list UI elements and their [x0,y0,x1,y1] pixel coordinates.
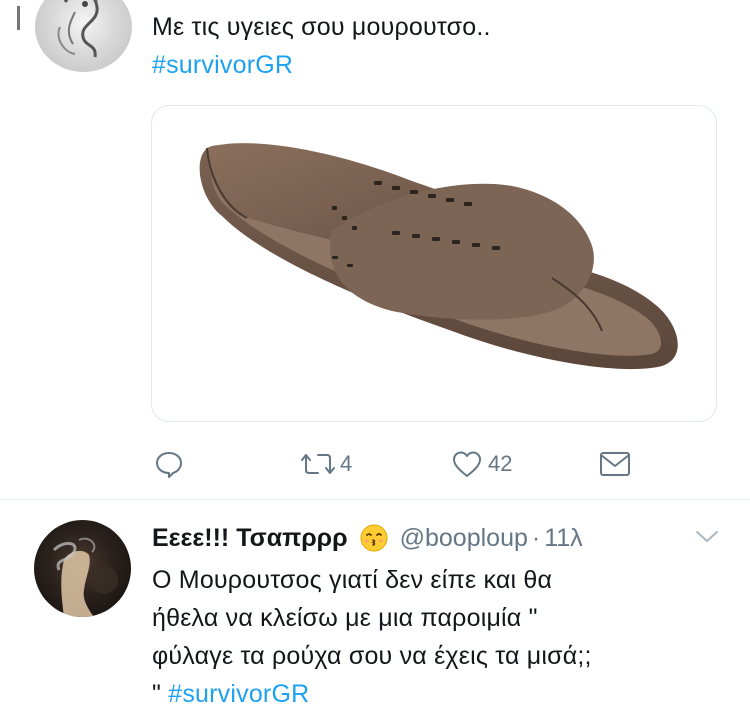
tweet-text-line: " #survivorGR [152,675,727,713]
sandal-photo [199,143,678,370]
like-count: 42 [488,451,513,476]
direct-message-button[interactable] [599,451,631,477]
smoke-portrait-avatar-icon [52,537,118,617]
like-button[interactable]: 42 [452,450,512,478]
tweet-header: Εεεε!!! Τσαπρρρ @booploup · 11λ [152,518,583,558]
retweet-count: 4 [340,451,353,476]
reply-icon [156,452,182,478]
tweet-media-card[interactable] [151,105,717,422]
tweet-text-line: Ο Μουρουτσος γιατί δεν είπε και θα [152,566,553,594]
hashtag-link[interactable]: #survivorGR [168,680,309,708]
tweet-divider [0,499,750,500]
avatar[interactable] [35,0,132,72]
quote-mark: " [152,680,169,708]
retweet-button[interactable]: 4 [300,450,352,478]
kissing-face-emoji-icon [360,524,388,552]
tweet-text-line: ήθελα να κλείσω με μια παροιμία " [152,604,538,632]
reply-button[interactable] [155,450,183,478]
envelope-icon [600,452,630,476]
user-handle[interactable]: @booploup [400,524,528,553]
hashtag-link[interactable]: #survivorGR [152,46,712,84]
avatar[interactable] [34,520,131,617]
chevron-down-icon [696,531,718,542]
display-name[interactable]: Εεεε!!! Τσαπρρρ [152,524,348,553]
separator: · [531,523,541,552]
tweet-text: Με τις υγειες σου μουρουτσο.. #survivorG… [152,8,712,84]
heart-icon [453,451,481,477]
tweet-text: Ο Μουρουτσος γιατί δεν είπε και θα ήθελα… [152,561,727,713]
timestamp[interactable]: 11λ [544,524,582,553]
retweet-icon [301,454,335,474]
dragon-avatar-icon [57,0,99,58]
tweet-menu-button[interactable] [694,526,720,551]
tweet-text-line: φύλαγε τα ρούχα σου να έχεις τα μισά;; [152,642,592,670]
tweet-text-line: Με τις υγειες σου μουρουτσο.. [152,13,491,41]
thread-line [17,6,20,30]
